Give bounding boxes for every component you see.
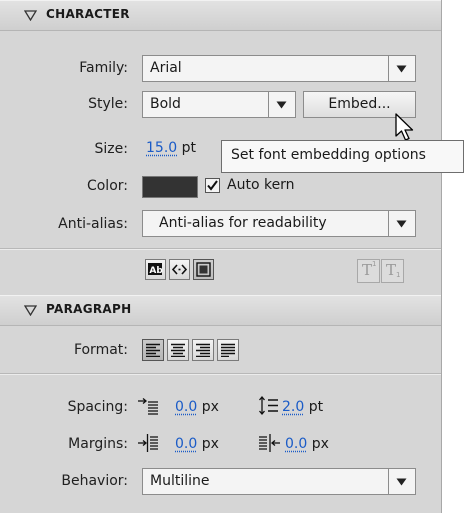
superscript-glyph: T [362, 261, 373, 279]
font-style-dropdown[interactable]: Bold [142, 91, 296, 118]
align-right-icon[interactable] [192, 339, 214, 361]
justify-icon[interactable] [217, 339, 239, 361]
chevron-down-icon [396, 65, 407, 73]
left-margin-value[interactable]: 0.0 [175, 436, 197, 452]
section-title: PARAGRAPH [46, 302, 132, 316]
size-field[interactable]: 15.0 pt [146, 140, 196, 156]
justify-glyph [221, 343, 235, 357]
collapse-triangle-icon[interactable] [24, 305, 37, 316]
selectable-icon[interactable]: Ab [145, 259, 166, 280]
right-margin-value[interactable]: 0.0 [285, 436, 307, 452]
chevron-down-icon [276, 101, 287, 109]
indent-unit: px [201, 399, 219, 415]
size-unit: pt [181, 140, 197, 156]
spacing-label: Spacing: [67, 399, 128, 415]
right-margin-field[interactable]: 0.0 px [285, 436, 329, 452]
chevron-down-icon [396, 220, 407, 228]
color-label: Color: [86, 178, 128, 194]
behavior-dropdown[interactable]: Multiline [142, 468, 416, 495]
anti-alias-dropdown[interactable]: Anti-alias for readability [142, 210, 416, 237]
font-family-dropdown[interactable]: Arial [142, 55, 416, 82]
align-left-icon[interactable] [142, 339, 164, 361]
right-margin-icon [259, 434, 280, 452]
section-title: CHARACTER [46, 7, 130, 21]
left-margin-unit: px [201, 436, 219, 452]
chevron-down-icon [396, 478, 407, 486]
size-label: Size: [94, 141, 128, 157]
margins-label: Margins: [68, 436, 128, 452]
indent-icon [138, 398, 158, 415]
align-center-glyph [171, 343, 185, 357]
align-center-icon[interactable] [167, 339, 189, 361]
dropdown-arrow[interactable] [388, 211, 415, 236]
line-spacing-icon [259, 395, 278, 416]
checkmark-icon [207, 180, 218, 191]
render-html-icon[interactable] [169, 259, 190, 280]
divider [0, 373, 441, 375]
font-style-value: Bold [150, 96, 181, 112]
right-margin-unit: px [311, 436, 329, 452]
left-margin-icon [138, 434, 158, 452]
left-margin-field[interactable]: 0.0 px [175, 436, 219, 452]
selectable-glyph-icon: Ab [148, 263, 163, 276]
align-right-glyph [196, 343, 210, 357]
family-label: Family: [79, 60, 128, 76]
border-glyph-icon [196, 262, 211, 277]
auto-kern-label: Auto kern [227, 177, 295, 193]
line-spacing-value[interactable]: 2.0 [282, 399, 304, 415]
embed-tooltip: Set font embedding options [221, 140, 464, 173]
superscript-icon[interactable]: T 1 [357, 259, 380, 283]
line-spacing-field[interactable]: 2.0 pt [282, 399, 323, 415]
divider [0, 248, 441, 250]
anti-alias-value: Anti-alias for readability [159, 215, 327, 231]
color-swatch[interactable] [142, 176, 198, 198]
indent-field[interactable]: 0.0 px [175, 399, 219, 415]
properties-panel: CHARACTER Family: Arial Style: Bold Embe… [0, 0, 442, 513]
format-label: Format: [73, 342, 128, 358]
line-spacing-unit: pt [308, 399, 324, 415]
style-label: Style: [88, 96, 128, 112]
dropdown-arrow[interactable] [268, 92, 295, 117]
behavior-value: Multiline [150, 473, 210, 489]
show-border-icon[interactable] [193, 259, 214, 280]
anti-alias-label: Anti-alias: [58, 216, 128, 232]
subscript-glyph: T [386, 261, 397, 279]
dropdown-arrow[interactable] [388, 56, 415, 81]
size-value[interactable]: 15.0 [146, 140, 177, 156]
subscript-icon[interactable]: T 1 [381, 259, 404, 283]
indent-value[interactable]: 0.0 [175, 399, 197, 415]
collapse-triangle-icon[interactable] [24, 10, 37, 21]
svg-text:Ab: Ab [149, 266, 163, 276]
behavior-label: Behavior: [61, 473, 128, 489]
dropdown-arrow[interactable] [388, 469, 415, 494]
auto-kern-checkbox[interactable] [205, 178, 220, 193]
character-section-header[interactable]: CHARACTER [0, 0, 441, 31]
html-glyph-icon [171, 264, 188, 275]
font-family-value: Arial [150, 60, 182, 76]
paragraph-section-header[interactable]: PARAGRAPH [0, 295, 441, 326]
align-left-glyph [146, 343, 160, 357]
